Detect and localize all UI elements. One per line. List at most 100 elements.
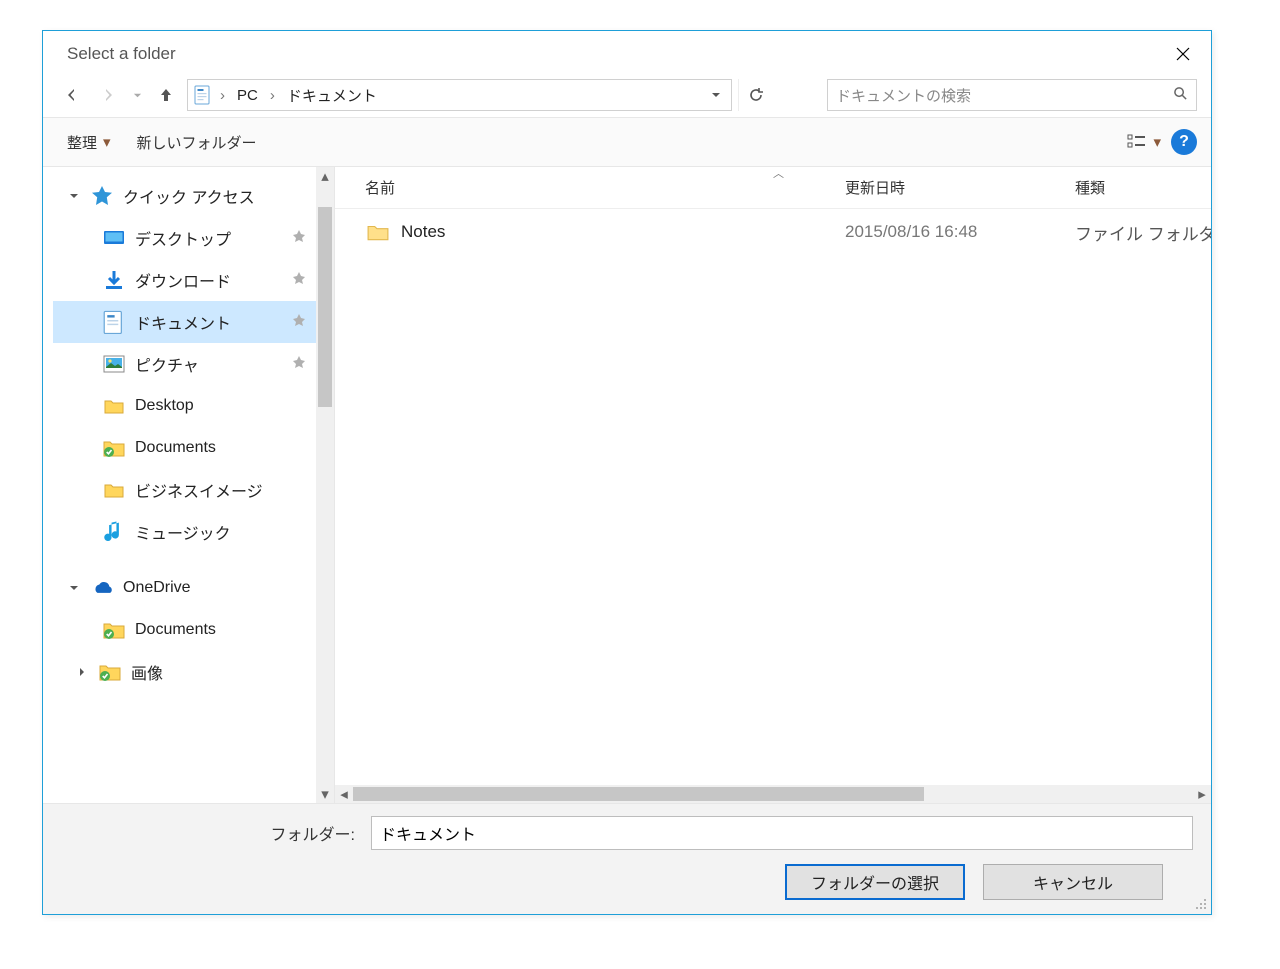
tree-downloads[interactable]: ダウンロード xyxy=(53,259,334,301)
scroll-right-icon[interactable]: ▸ xyxy=(1193,785,1211,803)
tree-label: ピクチャ xyxy=(135,352,282,376)
history-dropdown[interactable] xyxy=(129,91,145,100)
pin-icon xyxy=(292,229,310,247)
arrow-right-icon xyxy=(100,87,116,103)
expand-icon[interactable] xyxy=(67,583,81,593)
file-list: ︿ 名前 更新日時 種類 Notes 2015/08/16 16:48 ファイル… xyxy=(335,167,1211,803)
dialog-footer: フォルダー: フォルダーの選択 キャンセル xyxy=(43,803,1211,914)
scroll-thumb[interactable] xyxy=(318,207,332,407)
col-date-label: 更新日時 xyxy=(845,180,905,197)
chevron-down-icon xyxy=(711,90,721,100)
address-dropdown[interactable] xyxy=(707,90,725,100)
pictures-icon xyxy=(103,353,125,375)
cancel-button[interactable]: キャンセル xyxy=(983,864,1163,900)
folder-select-dialog: Select a folder › PC › ドキュメント xyxy=(42,30,1212,915)
breadcrumb-folder[interactable]: ドキュメント xyxy=(283,85,381,106)
file-row[interactable]: Notes 2015/08/16 16:48 ファイル フォルダ xyxy=(335,209,1211,255)
search-box[interactable]: ドキュメントの検索 xyxy=(827,79,1197,111)
downloads-icon xyxy=(103,269,125,291)
arrow-up-icon xyxy=(158,87,174,103)
tree-label: ミュージック xyxy=(135,520,310,544)
tree-label: OneDrive xyxy=(123,579,310,597)
pin-icon xyxy=(292,313,310,331)
folder-sync-icon xyxy=(103,437,125,459)
back-button[interactable] xyxy=(57,80,87,110)
tree-onedrive[interactable]: OneDrive xyxy=(53,567,334,609)
desktop-icon xyxy=(103,227,125,249)
scroll-up-icon[interactable]: ▴ xyxy=(316,167,334,185)
pin-icon xyxy=(292,271,310,289)
documents-icon xyxy=(103,311,125,333)
select-folder-button[interactable]: フォルダーの選択 xyxy=(785,864,965,900)
file-name: Notes xyxy=(401,222,845,242)
tree-od-documents[interactable]: Documents xyxy=(53,609,334,651)
tree-desktop-en[interactable]: Desktop xyxy=(53,385,334,427)
col-type-label: 種類 xyxy=(1075,180,1105,197)
tree-label: クイック アクセス xyxy=(123,184,310,208)
toolbar: 整理 ▾ 新しいフォルダー ▾ ? xyxy=(43,117,1211,167)
close-button[interactable] xyxy=(1159,34,1207,74)
view-list-icon xyxy=(1127,134,1147,150)
content-hscrollbar[interactable]: ◂ ▸ xyxy=(335,785,1211,803)
file-type: ファイル フォルダ xyxy=(1075,220,1211,245)
folder-field-label: フォルダー: xyxy=(61,821,361,845)
tree-pictures[interactable]: ピクチャ xyxy=(53,343,334,385)
new-folder-label: 新しいフォルダー xyxy=(137,132,257,153)
col-date[interactable]: 更新日時 xyxy=(845,177,1075,198)
organize-label: 整理 xyxy=(67,132,97,153)
search-icon xyxy=(1173,86,1188,105)
resize-grip-icon[interactable] xyxy=(1193,896,1207,910)
tree-quick-access[interactable]: クイック アクセス xyxy=(53,175,334,217)
tree-documents-en[interactable]: Documents xyxy=(53,427,334,469)
close-icon xyxy=(1176,47,1190,61)
tree-label: Desktop xyxy=(135,397,310,415)
chevron-right-icon: › xyxy=(218,87,227,104)
help-button[interactable]: ? xyxy=(1171,129,1197,155)
nav-tree: クイック アクセス デスクトップ ダウンロード ドキュメント xyxy=(43,167,335,803)
folder-sync-icon xyxy=(99,661,121,683)
new-folder-button[interactable]: 新しいフォルダー xyxy=(127,125,267,159)
tree-label: ビジネスイメージ xyxy=(135,478,310,502)
tree-label: Documents xyxy=(135,621,310,639)
titlebar: Select a folder xyxy=(43,31,1211,77)
up-button[interactable] xyxy=(151,80,181,110)
expand-icon[interactable] xyxy=(67,191,81,201)
scroll-down-icon[interactable]: ▾ xyxy=(316,785,334,803)
tree-scrollbar[interactable]: ▴ ▾ xyxy=(316,167,334,803)
folder-sync-icon xyxy=(103,619,125,641)
tree-business[interactable]: ビジネスイメージ xyxy=(53,469,334,511)
organize-menu[interactable]: 整理 ▾ xyxy=(57,125,121,159)
search-placeholder: ドキュメントの検索 xyxy=(836,85,971,106)
col-type[interactable]: 種類 xyxy=(1075,177,1211,198)
nav-row: › PC › ドキュメント ドキュメントの検索 xyxy=(43,77,1211,117)
tree-label: 画像 xyxy=(131,660,310,684)
pin-icon xyxy=(292,355,310,373)
scroll-left-icon[interactable]: ◂ xyxy=(335,785,353,803)
sort-indicator-icon: ︿ xyxy=(773,165,784,181)
tree-label: Documents xyxy=(135,439,310,457)
address-bar[interactable]: › PC › ドキュメント xyxy=(187,79,732,111)
dialog-title: Select a folder xyxy=(67,44,176,64)
refresh-button[interactable] xyxy=(738,79,772,111)
music-icon xyxy=(103,521,125,543)
select-folder-label: フォルダーの選択 xyxy=(811,870,939,894)
caret-down-icon: ▾ xyxy=(103,133,111,151)
tree-label: デスクトップ xyxy=(135,226,282,250)
breadcrumb-pc[interactable]: PC xyxy=(233,87,262,104)
cancel-label: キャンセル xyxy=(1033,870,1113,894)
folder-name-input[interactable] xyxy=(371,816,1193,850)
expand-icon[interactable] xyxy=(75,667,89,677)
tree-documents[interactable]: ドキュメント xyxy=(53,301,334,343)
quick-access-icon xyxy=(91,185,113,207)
tree-music[interactable]: ミュージック xyxy=(53,511,334,553)
view-options-button[interactable]: ▾ xyxy=(1121,125,1167,159)
file-date: 2015/08/16 16:48 xyxy=(845,222,1075,242)
tree-od-images[interactable]: 画像 xyxy=(53,651,334,693)
tree-label: ドキュメント xyxy=(135,310,282,334)
tree-desktop[interactable]: デスクトップ xyxy=(53,217,334,259)
tree-label: ダウンロード xyxy=(135,268,282,292)
forward-button[interactable] xyxy=(93,80,123,110)
refresh-icon xyxy=(748,87,764,103)
scroll-thumb[interactable] xyxy=(353,787,924,801)
caret-down-icon: ▾ xyxy=(1153,133,1161,151)
